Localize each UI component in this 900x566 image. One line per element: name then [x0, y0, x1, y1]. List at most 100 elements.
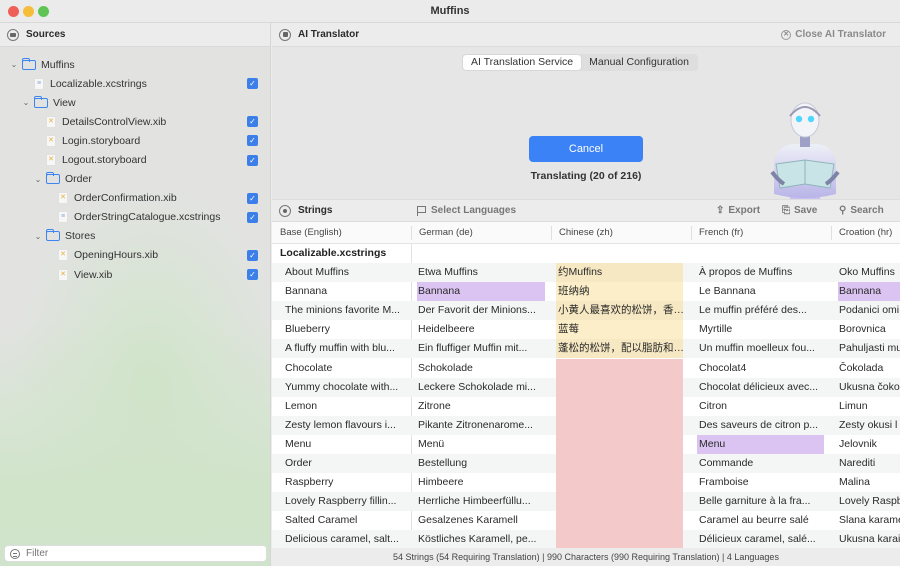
cell-french[interactable]: Chocolat4	[692, 359, 832, 378]
cell-french[interactable]: Myrtille	[692, 320, 832, 339]
tree-item[interactable]: ⌄ View	[0, 93, 270, 112]
cell-base[interactable]: Menu	[272, 435, 411, 454]
cell-chinese[interactable]	[556, 415, 683, 435]
cell-base[interactable]: Bannana	[272, 282, 411, 301]
disclosure-chevron-icon[interactable]: ⌄	[33, 175, 43, 184]
include-checkbox[interactable]: ✓	[247, 249, 258, 261]
search-button[interactable]: ⚲ Search	[839, 205, 884, 216]
cell-german[interactable]: Pikante Zitronenarome...	[411, 416, 551, 435]
cell-chinese[interactable]	[556, 377, 683, 397]
table-row[interactable]: Blueberry Heidelbeere 蓝莓 Myrtille Borovnica	[272, 320, 900, 340]
tree-item[interactable]: ✕ DetailsControlView.xib ✓	[0, 112, 270, 131]
cell-croatian[interactable]: Ukusna karai	[832, 530, 900, 548]
tree-item[interactable]: ⌄ Muffins	[0, 55, 270, 74]
cell-base[interactable]: Blueberry	[272, 320, 411, 339]
filter-field[interactable]	[4, 545, 267, 562]
cell-french[interactable]: Citron	[692, 397, 832, 416]
cell-chinese[interactable]	[556, 358, 683, 378]
cell-base[interactable]: Raspberry	[272, 473, 411, 492]
include-checkbox[interactable]: ✓	[247, 116, 258, 128]
column-header-croatian[interactable]: Croation (hr)	[831, 222, 892, 244]
cell-base[interactable]: The minions favorite M...	[272, 301, 411, 320]
cell-chinese[interactable]	[556, 434, 683, 454]
table-row[interactable]: Order Bestellung Commande Narediti	[272, 454, 900, 474]
cancel-button[interactable]: Cancel	[529, 136, 643, 162]
table-row[interactable]: BannanaMacBannana班纳纳Le BannanaBannana	[272, 282, 900, 302]
cell-german[interactable]: Herrliche Himbeerfüllu...	[411, 492, 551, 511]
include-checkbox[interactable]: ✓	[247, 135, 258, 147]
cell-base[interactable]: About Muffins	[272, 263, 411, 282]
tree-item[interactable]: ⌄ Order	[0, 170, 270, 189]
cell-french[interactable]: Des saveurs de citron p...	[692, 416, 832, 435]
export-button[interactable]: ⇪ Export	[716, 205, 760, 216]
disclosure-chevron-icon[interactable]: ⌄	[21, 98, 31, 107]
tree-item[interactable]: ≡ OrderStringCatalogue.xcstrings ✓	[0, 208, 270, 227]
cell-french[interactable]: Caramel au beurre salé	[692, 511, 832, 530]
cell-french[interactable]: Le Bannana	[692, 282, 832, 301]
include-checkbox[interactable]: ✓	[247, 154, 258, 166]
cell-base[interactable]: Delicious caramel, salt...	[272, 530, 411, 548]
include-checkbox[interactable]: ✓	[247, 211, 258, 223]
cell-german[interactable]: Ein fluffiger Muffin mit...	[411, 339, 551, 358]
tree-item[interactable]: ✕ Logout.storyboard ✓	[0, 150, 270, 169]
disclosure-chevron-icon[interactable]: ⌄	[33, 232, 43, 241]
tab-manual-configuration[interactable]: Manual Configuration	[581, 55, 697, 70]
cell-base[interactable]: Chocolate	[272, 359, 411, 378]
cell-german[interactable]: Gesalzenes Karamell	[411, 511, 551, 530]
disclosure-chevron-icon[interactable]: ⌄	[9, 60, 19, 69]
table-row[interactable]: Lemon Zitrone Citron Limun	[272, 396, 900, 416]
cell-base[interactable]: Order	[272, 454, 411, 473]
cell-german[interactable]: Menü	[411, 435, 551, 454]
cell-croatian[interactable]: Borovnica	[832, 320, 900, 339]
tree-item[interactable]: ✕ OpeningHours.xib ✓	[0, 246, 270, 265]
cell-croatian[interactable]: Jelovnik	[832, 435, 900, 454]
table-row[interactable]: The minions favorite M... Der Favorit der…	[272, 301, 900, 321]
cell-chinese[interactable]	[556, 473, 683, 493]
cell-chinese[interactable]	[556, 492, 683, 512]
cell-chinese[interactable]: 蓬松的松饼，配以脂肪和…	[556, 339, 683, 359]
cell-german[interactable]: Heidelbeere	[411, 320, 551, 339]
cell-base[interactable]: Yummy chocolate with...	[272, 378, 411, 397]
cell-croatian[interactable]: Pahuljasti mu	[832, 339, 900, 358]
select-languages-button[interactable]: Select Languages	[417, 205, 516, 216]
tree-item[interactable]: ≡ Localizable.xcstrings ✓	[0, 74, 270, 93]
cell-chinese[interactable]	[556, 454, 683, 474]
cell-german[interactable]: Bannana	[417, 282, 545, 302]
cell-german[interactable]: Bestellung	[411, 454, 551, 473]
cell-french[interactable]: À propos de Muffins	[692, 263, 832, 282]
cell-croatian[interactable]: Narediti	[832, 454, 900, 473]
cell-croatian[interactable]: Podanici omi	[832, 301, 900, 320]
cell-croatian[interactable]: Bannana	[838, 282, 900, 302]
column-header-chinese[interactable]: Chinese (zh)	[551, 222, 613, 244]
filter-input[interactable]	[26, 548, 246, 559]
cell-french[interactable]: Belle garniture à la fra...	[692, 492, 832, 511]
cell-french[interactable]: Un muffin moelleux fou...	[692, 339, 832, 358]
cell-croatian[interactable]: Ukusna čoko	[832, 378, 900, 397]
cell-chinese[interactable]: 约Muffins	[556, 263, 683, 283]
cell-french[interactable]: Menu	[697, 434, 824, 454]
tree-item[interactable]: ✕ Login.storyboard ✓	[0, 131, 270, 150]
table-row[interactable]: Yummy chocolate with... Leckere Schokolad…	[272, 377, 900, 397]
cell-base[interactable]: Lovely Raspberry fillin...	[272, 492, 411, 511]
tree-item[interactable]: ✕ View.xib ✓	[0, 265, 270, 284]
cell-chinese[interactable]	[556, 396, 683, 416]
column-header-german[interactable]: German (de)	[411, 222, 473, 244]
table-row[interactable]: Raspberry Himbeere Framboise Malina	[272, 473, 900, 493]
cell-french[interactable]: Commande	[692, 454, 832, 473]
cell-croatian[interactable]: Slana karame	[832, 511, 900, 530]
cell-french[interactable]: Chocolat délicieux avec...	[692, 378, 832, 397]
cell-german[interactable]: Köstliches Karamell, pe...	[411, 530, 551, 548]
cell-chinese[interactable]: 班纳纳	[556, 282, 683, 302]
tree-item[interactable]: ⌄ Stores	[0, 227, 270, 246]
column-header-base[interactable]: Base (English)	[272, 222, 342, 244]
table-row[interactable]: Salted Caramel Gesalzenes Karamell Caramel…	[272, 511, 900, 531]
column-header-french[interactable]: French (fr)	[691, 222, 743, 244]
cell-base[interactable]: Lemon	[272, 397, 411, 416]
include-checkbox[interactable]: ✓	[247, 192, 258, 204]
tree-item[interactable]: ✕ OrderConfirmation.xib ✓	[0, 189, 270, 208]
include-checkbox[interactable]: ✓	[247, 269, 258, 281]
cell-croatian[interactable]: Zesty okusi l	[832, 416, 900, 435]
cell-base[interactable]: A fluffy muffin with blu...	[272, 339, 411, 358]
cell-chinese[interactable]: 蓝莓	[556, 320, 683, 340]
cell-german[interactable]: Etwa Muffins	[411, 263, 551, 282]
